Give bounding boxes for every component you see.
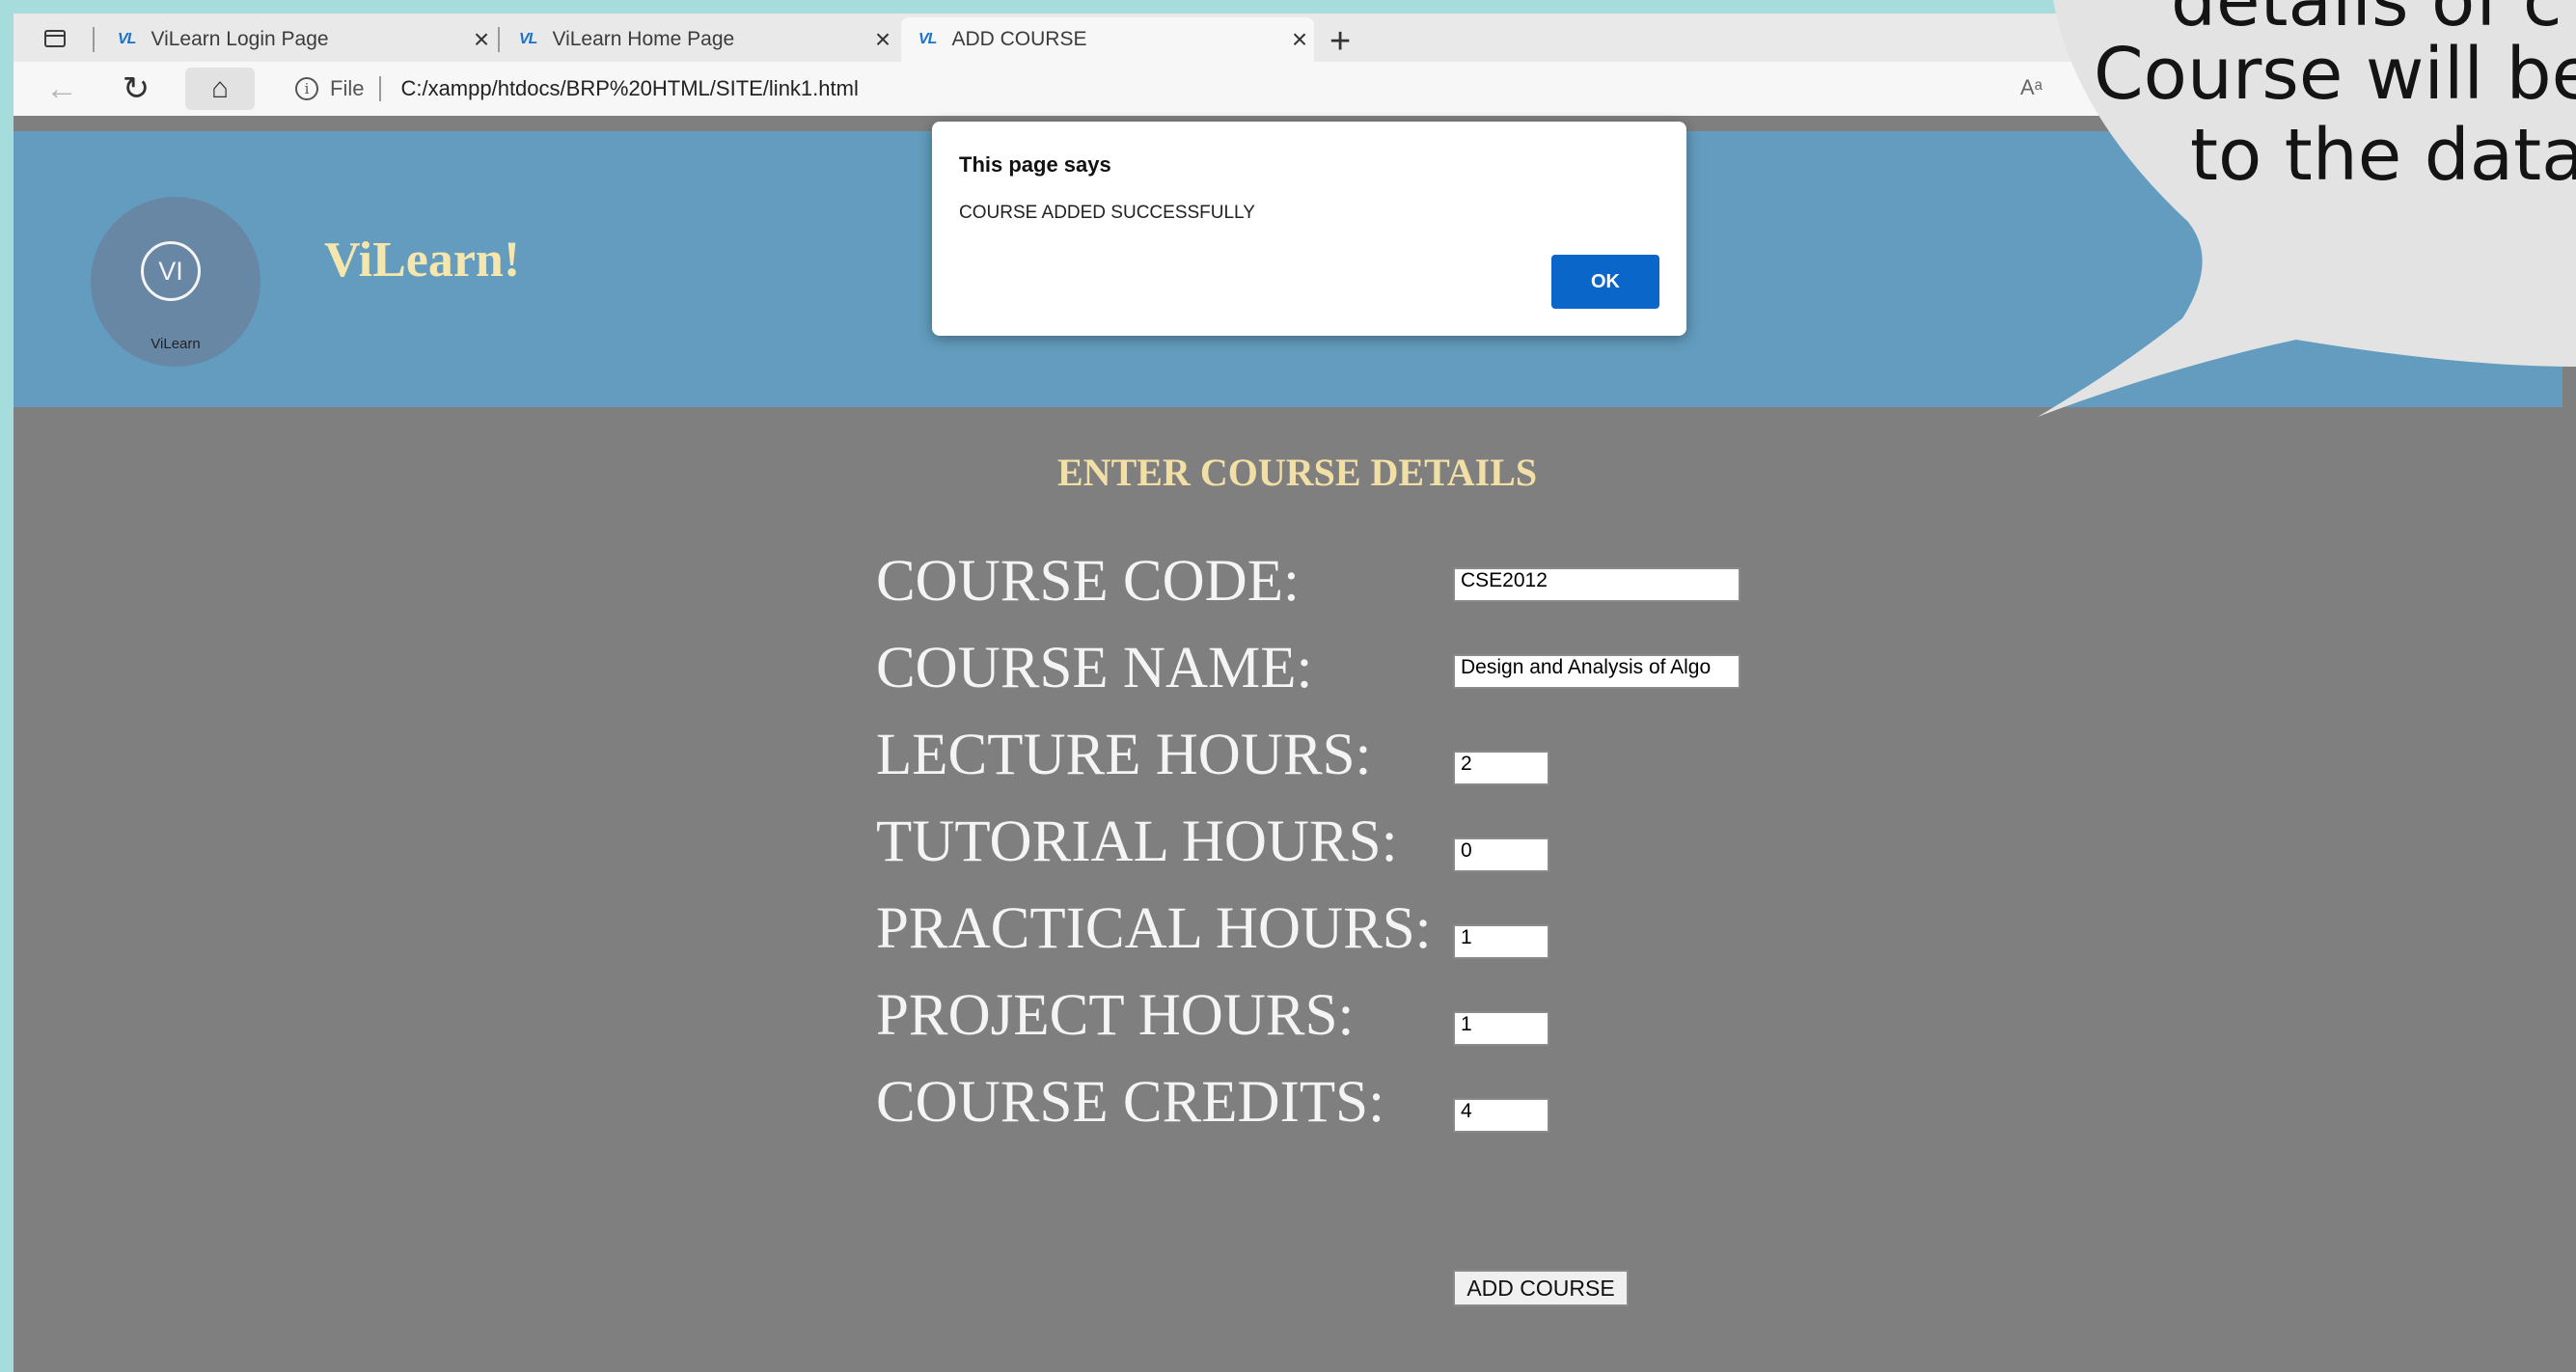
read-aloud-icon[interactable]: Aᵃ (2020, 75, 2042, 100)
field-label: COURSE NAME: (876, 636, 1313, 700)
file-label: File (330, 76, 365, 100)
field-label: TUTORIAL HOURS: (876, 809, 1398, 874)
url-field[interactable]: i File C:/xampp/htdocs/BRP%20HTML/SITE/l… (266, 66, 2061, 112)
alert-dialog: This page says COURSE ADDED SUCCESSFULLY… (932, 122, 1686, 336)
new-tab-icon[interactable]: + (1329, 23, 1351, 60)
logo-caption: ViLearn (151, 336, 201, 352)
close-icon[interactable]: × (467, 26, 496, 53)
tab-divider (93, 27, 95, 52)
lecture-hours-input[interactable]: 2 (1453, 751, 1549, 785)
tab-add-course[interactable]: VL ADD COURSE × (901, 17, 1314, 62)
project-hours-input[interactable]: 1 (1453, 1011, 1549, 1046)
field-label: PRACTICAL HOURS: (876, 896, 1432, 961)
tutorial-hours-input[interactable]: 0 (1453, 837, 1549, 872)
home-icon[interactable]: ⌂ (185, 68, 255, 110)
tab-home[interactable]: VL ViLearn Home Page × (502, 17, 897, 62)
course-credits-input[interactable]: 4 (1453, 1098, 1549, 1133)
close-icon[interactable]: × (868, 26, 897, 53)
field-label: COURSE CREDITS: (876, 1070, 1385, 1135)
practical-hours-input[interactable]: 1 (1453, 924, 1549, 959)
info-icon[interactable]: i (295, 77, 318, 100)
field-label: LECTURE HOURS: (876, 723, 1372, 787)
callout-line-3: to the data (2190, 114, 2576, 197)
form-title: ENTER COURSE DETAILS (1057, 451, 1538, 494)
tab-actions-icon[interactable] (41, 25, 69, 52)
site-title: ViLearn! (324, 233, 521, 288)
alert-title: This page says (959, 152, 1111, 177)
callout-line-1: details of c (2171, 0, 2562, 42)
alert-ok-button[interactable]: OK (1551, 255, 1659, 309)
field-label: COURSE CODE: (876, 549, 1300, 614)
logo[interactable]: VI ViLearn (91, 197, 260, 367)
url-divider (379, 76, 382, 101)
course-name-input[interactable]: Design and Analysis of Algo (1453, 654, 1740, 689)
tab-title: ViLearn Login Page (151, 28, 329, 50)
logo-icon: VI (141, 241, 201, 301)
tab-login[interactable]: VL ViLearn Login Page × (100, 17, 496, 62)
alert-message: COURSE ADDED SUCCESSFULLY (959, 203, 1255, 223)
url-text[interactable]: C:/xampp/htdocs/BRP%20HTML/SITE/link1.ht… (400, 76, 858, 101)
reload-icon[interactable]: ↻ (117, 69, 155, 108)
course-code-input[interactable]: CSE2012 (1453, 567, 1740, 602)
field-label: PROJECT HOURS: (876, 983, 1355, 1048)
tab-divider (498, 27, 500, 52)
favicon-icon: VL (918, 31, 937, 47)
tab-title: ADD COURSE (951, 28, 1087, 50)
favicon-icon: VL (118, 31, 136, 47)
back-arrow-icon[interactable]: ← (42, 69, 81, 108)
close-icon[interactable]: × (1285, 26, 1314, 53)
add-course-button[interactable]: ADD COURSE (1453, 1270, 1629, 1306)
screenshot-stage: VL ViLearn Login Page × VL ViLearn Home … (0, 0, 2576, 1372)
favicon-icon: VL (519, 31, 537, 47)
callout-line-2: Course will be (2094, 33, 2576, 116)
tab-title: ViLearn Home Page (552, 28, 735, 50)
